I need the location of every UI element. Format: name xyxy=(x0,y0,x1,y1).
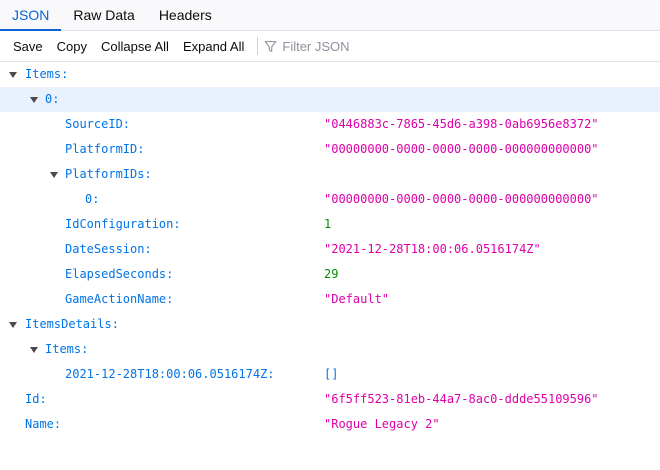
toolbar: Save Copy Collapse All Expand All xyxy=(0,31,660,62)
key-label: Id: xyxy=(25,392,47,406)
key-label: Items: xyxy=(45,342,89,356)
key-label: GameActionName: xyxy=(65,292,174,306)
key-label: PlatformID: xyxy=(65,142,145,156)
tree-row-name[interactable]: Name: "Rogue Legacy 2" xyxy=(0,412,660,437)
value-string: "6f5ff523-81eb-44a7-8ac0-ddde55109596" xyxy=(324,392,599,406)
filter-box[interactable] xyxy=(264,38,483,54)
tree-row-elapsed-seconds[interactable]: ElapsedSeconds: 29 xyxy=(0,262,660,287)
key-label: PlatformIDs: xyxy=(65,167,152,181)
tree-row-items-details[interactable]: ItemsDetails: xyxy=(0,312,660,337)
key-label: SourceID: xyxy=(65,117,131,131)
tree-row-details-date[interactable]: 2021-12-28T18:00:06.0516174Z: [] xyxy=(0,362,660,387)
key-label: ItemsDetails: xyxy=(25,317,119,331)
expand-all-button[interactable]: Expand All xyxy=(176,39,251,54)
tree-row-id-configuration[interactable]: IdConfiguration: 1 xyxy=(0,212,660,237)
tab-json[interactable]: JSON xyxy=(0,0,62,31)
toolbar-divider xyxy=(257,37,259,55)
value-string: "00000000-0000-0000-0000-000000000000" xyxy=(324,142,599,156)
value-string: "2021-12-28T18:00:06.0516174Z" xyxy=(324,242,541,256)
key-label: 0: xyxy=(85,192,100,206)
tree-row-platform-id[interactable]: PlatformID: "00000000-0000-0000-0000-000… xyxy=(0,137,660,162)
tab-bar: JSON Raw Data Headers xyxy=(0,0,660,31)
value-number: 29 xyxy=(324,267,339,281)
tree-row-platform-ids-0[interactable]: 0: "00000000-0000-0000-0000-000000000000… xyxy=(0,187,660,212)
save-button[interactable]: Save xyxy=(6,39,50,54)
value-string: "Rogue Legacy 2" xyxy=(324,417,440,431)
collapse-all-button[interactable]: Collapse All xyxy=(94,39,176,54)
expand-toggle-icon[interactable] xyxy=(8,62,18,87)
expand-toggle-icon[interactable] xyxy=(8,312,18,337)
filter-icon xyxy=(265,40,277,52)
value-string: "Default" xyxy=(324,292,390,306)
value-string: "0446883c-7865-45d6-a398-0ab6956e8372" xyxy=(324,117,599,131)
tree-row-id[interactable]: Id: "6f5ff523-81eb-44a7-8ac0-ddde5510959… xyxy=(0,387,660,412)
key-label: 0: xyxy=(45,92,60,106)
filter-json-input[interactable] xyxy=(282,38,483,54)
tree-row-game-action-name[interactable]: GameActionName: "Default" xyxy=(0,287,660,312)
tree-row-items[interactable]: Items: xyxy=(0,62,660,87)
tree-row-details-items[interactable]: Items: xyxy=(0,337,660,362)
key-label: Items: xyxy=(25,67,69,81)
key-label: DateSession: xyxy=(65,242,152,256)
copy-button[interactable]: Copy xyxy=(50,39,94,54)
key-label: IdConfiguration: xyxy=(65,217,181,231)
value-empty-array: [] xyxy=(324,367,339,381)
key-label: ElapsedSeconds: xyxy=(65,267,174,281)
value-number: 1 xyxy=(324,217,332,231)
tree-row-platform-ids[interactable]: PlatformIDs: xyxy=(0,162,660,187)
key-label: Name: xyxy=(25,417,62,431)
tab-headers[interactable]: Headers xyxy=(147,0,224,30)
tree-row-date-session[interactable]: DateSession: "2021-12-28T18:00:06.051617… xyxy=(0,237,660,262)
key-label: 2021-12-28T18:00:06.0516174Z: xyxy=(65,367,275,381)
json-tree: Items: 0: SourceID: "0446883c-7865-45d6-… xyxy=(0,62,660,437)
expand-toggle-icon[interactable] xyxy=(29,337,39,362)
tab-raw-data[interactable]: Raw Data xyxy=(61,0,146,30)
tree-row-item-0[interactable]: 0: xyxy=(0,87,660,112)
value-string: "00000000-0000-0000-0000-000000000000" xyxy=(324,192,599,206)
expand-toggle-icon[interactable] xyxy=(49,162,59,187)
expand-toggle-icon[interactable] xyxy=(29,87,39,112)
tree-row-source-id[interactable]: SourceID: "0446883c-7865-45d6-a398-0ab69… xyxy=(0,112,660,137)
